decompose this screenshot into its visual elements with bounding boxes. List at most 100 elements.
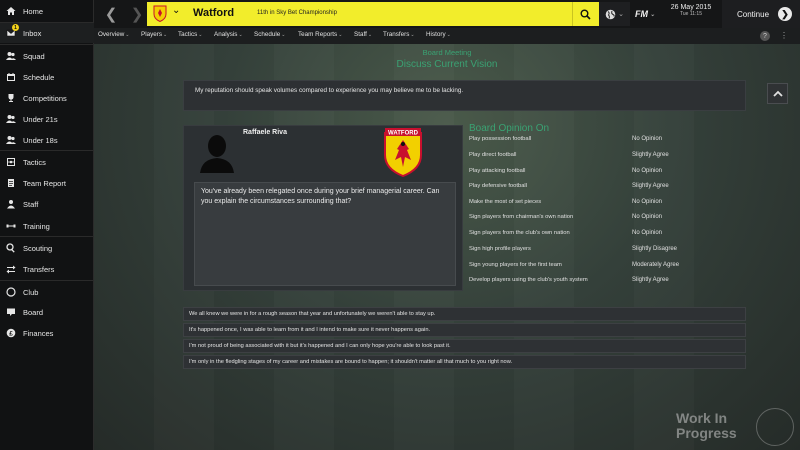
sidebar-item-club[interactable]: Club: [0, 282, 94, 302]
opinion-row: Play possession football No Opinion: [469, 136, 759, 150]
sidebar-item-training[interactable]: Training: [0, 216, 94, 236]
club-position: 11th in Sky Bet Championship: [257, 10, 337, 16]
sidebar-item-scouting[interactable]: Scouting: [0, 238, 94, 258]
training-icon: [6, 221, 16, 231]
opinion-row: Sign players from the club's own nation N…: [469, 230, 759, 244]
sidebar-item-label: Tactics: [23, 157, 46, 167]
opinion-row: Make the most of set pieces No Opinion: [469, 199, 759, 213]
opinion-topic: Sign players from the club's own nation: [469, 230, 570, 236]
sidebar-item-home[interactable]: Home: [0, 1, 94, 21]
opinion-topic: Make the most of set pieces: [469, 199, 542, 205]
statement-text: My reputation should speak volumes compa…: [195, 87, 464, 94]
tab-transfers[interactable]: Transfers⌄: [383, 31, 415, 38]
board-question: You've already been relegated once durin…: [194, 182, 456, 286]
sidebar-item-staff[interactable]: Staff: [0, 194, 94, 214]
reply-text: I'm not proud of being associated with i…: [189, 343, 451, 349]
chevron-down-icon: ⌄: [125, 32, 130, 38]
fm-logo[interactable]: FM ⌄: [630, 2, 660, 26]
meeting-subtitle: Discuss Current Vision: [396, 59, 498, 70]
sidebar-item-label: Finances: [23, 328, 54, 338]
sidebar-item-team-report[interactable]: Team Report: [0, 173, 94, 193]
sidebar-item-squad[interactable]: Squad: [0, 46, 94, 66]
sidebar-item-label: Staff: [23, 199, 39, 209]
opinion-topic: Sign players from chairman's own nation: [469, 214, 574, 220]
opinion-topic: Play defensive football: [469, 183, 528, 189]
opinion-row: Sign high profile players Slightly Disagr…: [469, 246, 759, 260]
sidebar-item-label: Inbox: [23, 28, 42, 38]
scroll-up-button[interactable]: [767, 83, 788, 104]
report-icon: [6, 178, 16, 188]
chevron-down-icon: ⌄: [446, 32, 451, 38]
watermark-line: Work In: [676, 410, 728, 426]
sidebar-item-transfers[interactable]: Transfers: [0, 259, 94, 279]
sidebar-item-label: Transfers: [23, 264, 55, 274]
board-opinion-title: Board Opinion On: [469, 123, 550, 134]
opinion-topic: Play attacking football: [469, 168, 526, 174]
back-button[interactable]: ❮: [98, 0, 124, 28]
reply-option[interactable]: I'm only in the fledgling stages of my c…: [183, 355, 746, 369]
sidebar: Home 1 Inbox Squad Schedule Competitions…: [0, 0, 94, 450]
sidebar-item-label: Scouting: [23, 243, 53, 253]
sidebar-item-under-18s[interactable]: Under 18s: [0, 130, 94, 150]
chevron-right-icon: ❯: [130, 6, 144, 23]
tab-team-reports[interactable]: Team Reports⌄: [298, 31, 342, 38]
more-menu-icon[interactable]: ⋮: [780, 31, 788, 40]
continue-label: Continue: [737, 9, 770, 19]
sidebar-item-tactics[interactable]: Tactics: [0, 152, 94, 172]
reply-option[interactable]: I'm not proud of being associated with i…: [183, 339, 746, 353]
club-icon: [6, 287, 16, 297]
tab-label: Tactics: [178, 31, 198, 38]
squad-icon: [6, 135, 16, 145]
chairman-panel: Raffaele Riva WATFORD You've already bee…: [183, 125, 463, 291]
work-in-progress-watermark: Work In Progress: [676, 411, 737, 441]
reply-option[interactable]: We all knew we were in for a rough seaso…: [183, 307, 746, 321]
chairman-name: Raffaele Riva: [243, 129, 287, 136]
world-chevron-icon: ⌄: [618, 11, 624, 18]
avatar: [200, 135, 234, 173]
chevron-down-icon: ⌄: [410, 32, 415, 38]
opinion-value: No Opinion: [632, 214, 663, 220]
tab-label: Team Reports: [298, 31, 338, 38]
sidebar-item-label: Under 21s: [23, 114, 58, 124]
tab-label: Staff: [354, 31, 367, 38]
chevron-down-icon: ⌄: [338, 32, 343, 38]
trophy-icon: [6, 93, 16, 103]
question-text: You've already been relegated once durin…: [201, 188, 440, 205]
tactics-icon: [6, 157, 16, 167]
sidebar-item-label: Under 18s: [23, 135, 58, 145]
finances-icon: £: [6, 328, 16, 338]
club-name[interactable]: Watford: [193, 7, 234, 19]
club-menu-chevron-icon[interactable]: ⌄: [172, 5, 180, 16]
transfers-icon: [6, 264, 16, 274]
sidebar-item-under-21s[interactable]: Under 21s: [0, 109, 94, 129]
opinion-row: Sign players from chairman's own nation N…: [469, 214, 759, 228]
fm-chevron-icon: ⌄: [649, 11, 656, 18]
continue-button[interactable]: Continue ❯: [722, 0, 800, 28]
help-button[interactable]: ?: [760, 31, 770, 41]
tab-overview[interactable]: Overview⌄: [98, 31, 129, 38]
sidebar-item-board[interactable]: Board: [0, 302, 94, 322]
sidebar-item-inbox[interactable]: 1 Inbox: [0, 23, 94, 43]
world-button[interactable]: ⌄: [599, 2, 630, 26]
meeting-title: Board Meeting: [422, 48, 472, 57]
watermark-badge-icon: [756, 408, 794, 446]
tab-analysis[interactable]: Analysis⌄: [214, 31, 243, 38]
sidebar-item-schedule[interactable]: Schedule: [0, 67, 94, 87]
opinion-row: Play direct football Slightly Agree: [469, 152, 759, 166]
tab-players[interactable]: Players⌄: [141, 31, 167, 38]
tab-label: History: [426, 31, 446, 38]
tab-schedule[interactable]: Schedule⌄: [254, 31, 285, 38]
search-button[interactable]: [572, 2, 598, 26]
reply-option[interactable]: It's happened once, I was able to learn …: [183, 323, 746, 337]
sidebar-item-finances[interactable]: £ Finances: [0, 323, 94, 343]
calendar-icon: [6, 72, 16, 82]
opinion-value: No Opinion: [632, 136, 663, 142]
time-text: Tue 11:15: [680, 11, 702, 17]
tab-staff[interactable]: Staff⌄: [354, 31, 372, 38]
opinion-value: No Opinion: [632, 199, 663, 205]
opinion-row: Develop players using the club's youth s…: [469, 277, 759, 291]
watford-crest-icon: WATFORD: [384, 128, 422, 177]
tab-history[interactable]: History⌄: [426, 31, 451, 38]
tab-tactics[interactable]: Tactics⌄: [178, 31, 202, 38]
sidebar-item-competitions[interactable]: Competitions: [0, 88, 94, 108]
